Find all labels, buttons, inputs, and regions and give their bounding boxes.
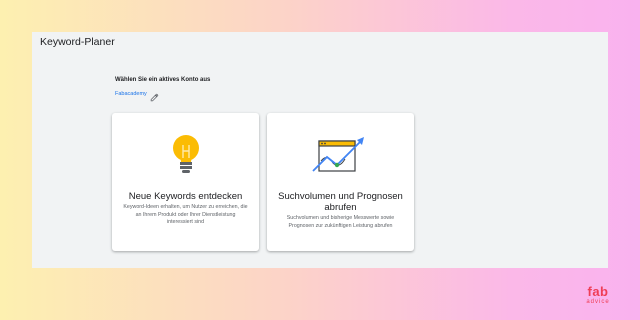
card-description: Keyword-Ideen erhalten, um Nutzer zu err…	[123, 204, 248, 225]
keyword-planner-window: Keyword-Planer Wählen Sie ein aktives Ko…	[32, 32, 608, 268]
card-description: Suchvolumen und bisherige Messwerte sowi…	[286, 215, 395, 229]
lightbulb-icon	[112, 131, 259, 179]
pencil-icon[interactable]	[150, 89, 159, 102]
logo-line-1: fab	[587, 284, 609, 299]
trend-chart-icon	[267, 131, 414, 179]
app-title: Keyword-Planer	[40, 36, 115, 48]
card-title: Suchvolumen und Prognosen abrufen	[278, 191, 403, 213]
discover-keywords-card[interactable]: Neue Keywords entdecken Keyword-Ideen er…	[112, 113, 259, 251]
fab-advice-logo: fab advice	[578, 284, 618, 306]
search-volume-forecast-card[interactable]: Suchvolumen und Prognosen abrufen Suchvo…	[267, 113, 414, 251]
account-name-link[interactable]: Fabacademy	[115, 91, 147, 97]
account-heading: Wählen Sie ein aktives Konto aus	[115, 77, 211, 83]
logo-line-2: advice	[586, 299, 610, 305]
card-title: Neue Keywords entdecken	[128, 191, 243, 202]
account-selector[interactable]: Fabacademy	[115, 89, 159, 102]
